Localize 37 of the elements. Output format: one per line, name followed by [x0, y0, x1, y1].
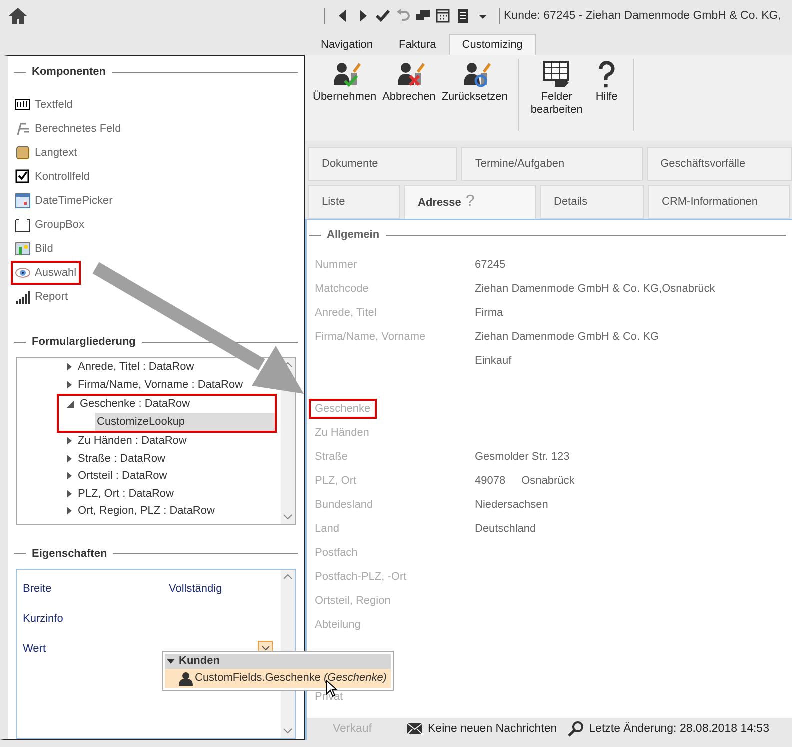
last-change-text: Letzte Änderung: 28.08.2018 14:53 [589, 722, 770, 736]
field-label: Straße [315, 450, 350, 466]
field-label: Nummer [315, 258, 358, 274]
field-label: Ortsteil, Region [315, 594, 392, 610]
field-value: Einkauf [475, 354, 512, 368]
field-value: Gesmolder Str. 123 [475, 450, 570, 464]
field-label: Geschenke [309, 399, 377, 420]
field-value: Deutschland [475, 522, 536, 536]
field-label: Postfach-PLZ, -Ort [315, 570, 408, 586]
messages-status: Keine neuen Nachrichten [428, 722, 558, 736]
field-value: Osnabrück [522, 474, 575, 488]
section-heading: Formulargliederung [8, 335, 304, 350]
field-label: Land [315, 522, 340, 538]
field-value: 49078 [475, 474, 506, 488]
section-heading: Eigenschaften [8, 546, 304, 561]
field-value: 67245 [475, 258, 506, 272]
field-value: Ziehan Damenmode GmbH & Co. KG,Osnabrück [475, 282, 716, 296]
field-label: PLZ, Ort [315, 474, 358, 490]
property-name: Wert [23, 642, 48, 656]
section-heading: Allgemein [307, 228, 792, 242]
field-value: Niedersachsen [475, 498, 548, 512]
status-area: Verkauf [333, 722, 372, 736]
field-label: Abteilung [315, 618, 362, 634]
property-value: Vollständig [169, 582, 222, 596]
field-label: Postfach [315, 546, 359, 562]
field-value: Firma [475, 306, 504, 320]
field-label: Privat [315, 690, 344, 706]
section-heading: Komponenten [8, 65, 304, 80]
field-label: Zu Händen [315, 426, 370, 442]
field-value: Ziehan Damenmode GmbH & Co. KG [475, 330, 660, 344]
field-label: Bundesland [315, 498, 374, 514]
property-name: Breite [23, 582, 53, 596]
field-label: Firma/Name, Vorname [315, 330, 427, 346]
field-label: Anrede, Titel [315, 306, 378, 322]
property-name: Kurzinfo [23, 612, 64, 626]
customer-title: Kunde: 67245 - Ziehan Damenmode GmbH & Co. KG, [504, 8, 782, 24]
field-label: Matchcode [315, 282, 370, 298]
